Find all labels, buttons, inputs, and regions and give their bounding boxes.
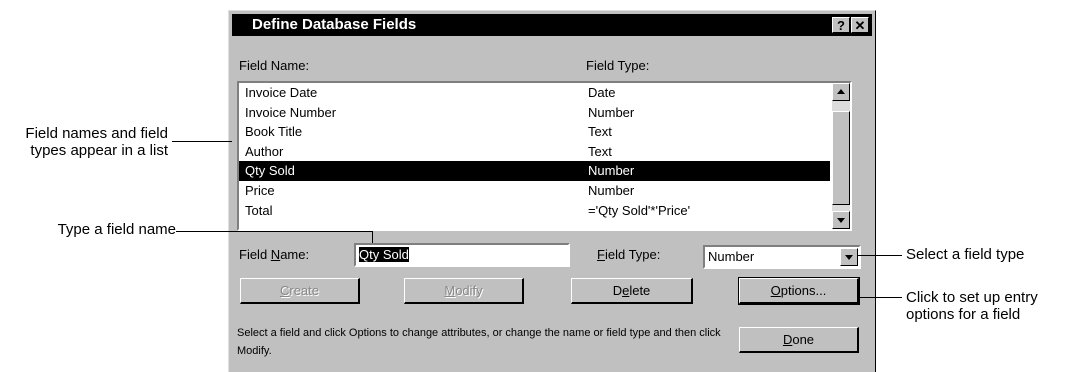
field-name-cell: Price bbox=[245, 182, 275, 198]
annotation-list: Field names and field types appear in a … bbox=[25, 125, 168, 159]
define-database-fields-dialog: Define Database Fields ? ✕ Field Name: F… bbox=[228, 10, 876, 372]
field-type-cell: Text bbox=[588, 124, 612, 140]
annotation-type-name: Type a field name bbox=[57, 221, 176, 238]
field-type-cell: ='Qty Sold'*'Price' bbox=[588, 202, 691, 218]
list-item[interactable]: Price Number bbox=[239, 181, 830, 201]
field-type-dropdown-button[interactable] bbox=[840, 248, 858, 266]
list-item[interactable]: Invoice Date Date bbox=[239, 83, 830, 103]
field-type-cell: Number bbox=[588, 182, 635, 198]
annotation-select-type-line bbox=[858, 255, 902, 256]
arrow-down-icon bbox=[837, 218, 845, 223]
field-type-value: Number bbox=[708, 249, 755, 264]
field-type-select[interactable]: Number bbox=[703, 245, 861, 269]
list-item[interactable]: Invoice Number Number bbox=[239, 103, 830, 123]
options-button[interactable]: Options... bbox=[738, 277, 860, 305]
arrow-up-icon bbox=[837, 89, 845, 94]
field-name-input[interactable]: Qty Sold bbox=[354, 243, 570, 267]
create-button[interactable]: Create bbox=[240, 278, 360, 304]
field-name-column-header: Field Name: bbox=[239, 58, 310, 73]
scroll-down-button[interactable] bbox=[832, 211, 850, 229]
dialog-title: Define Database Fields bbox=[252, 16, 417, 33]
field-name-cell: Total bbox=[245, 202, 273, 218]
done-button[interactable]: Done bbox=[739, 327, 859, 353]
list-item[interactable]: Author Text bbox=[239, 142, 830, 162]
annotation-select-type: Select a field type bbox=[906, 246, 1025, 263]
field-type-cell: Text bbox=[588, 143, 612, 159]
field-name-cell: Invoice Number bbox=[245, 104, 337, 120]
field-name-cell: Book Title bbox=[245, 124, 303, 140]
scroll-thumb[interactable] bbox=[832, 111, 850, 205]
annotation-type-name-line-v bbox=[372, 231, 373, 243]
fields-list-rows: Invoice Date Date Invoice Number Number Book… bbox=[239, 83, 830, 220]
field-name-cell: Author bbox=[245, 143, 284, 159]
list-scrollbar[interactable] bbox=[832, 83, 850, 229]
delete-button[interactable]: Delete bbox=[571, 278, 693, 304]
modify-button[interactable]: Modify bbox=[404, 278, 524, 304]
field-name-label: Field Name: bbox=[239, 247, 310, 262]
field-name-value: Qty Sold bbox=[359, 247, 409, 262]
close-button[interactable]: ✕ bbox=[851, 17, 869, 33]
annotation-type-name-line-h bbox=[176, 231, 373, 232]
field-name-cell: Qty Sold bbox=[245, 163, 295, 179]
help-button[interactable]: ? bbox=[832, 17, 850, 33]
field-type-column-header: Field Type: bbox=[586, 58, 650, 73]
list-item[interactable]: Total ='Qty Sold'*'Price' bbox=[239, 201, 830, 221]
list-item[interactable]: Book Title Text bbox=[239, 122, 830, 142]
field-type-cell: Number bbox=[588, 104, 635, 120]
chevron-down-icon bbox=[845, 255, 853, 260]
list-item[interactable]: Qty Sold Number bbox=[239, 161, 830, 181]
field-type-label: Field Type: bbox=[597, 247, 661, 262]
help-text: Select a field and click Options to chan… bbox=[237, 327, 721, 357]
field-name-cell: Invoice Date bbox=[245, 85, 318, 100]
fields-list[interactable]: Invoice Date Date Invoice Number Number Book… bbox=[237, 81, 852, 231]
title-bar: Define Database Fields ? ✕ bbox=[232, 14, 872, 36]
field-type-cell: Date bbox=[588, 85, 616, 100]
field-type-cell: Number bbox=[588, 163, 635, 179]
scroll-up-button[interactable] bbox=[832, 83, 850, 101]
annotation-options: Click to set up entry options for a fiel… bbox=[906, 289, 1038, 323]
annotation-options-line bbox=[858, 297, 902, 298]
annotation-list-line bbox=[172, 141, 232, 142]
